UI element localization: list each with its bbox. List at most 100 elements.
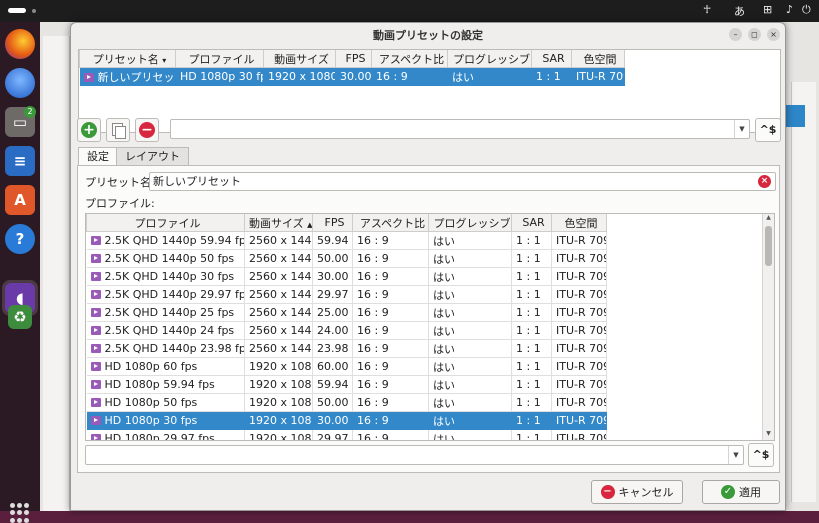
accessibility-icon[interactable]: ☥ — [703, 3, 711, 16]
workspace-indicator[interactable] — [8, 8, 26, 13]
input-method-indicator[interactable]: あ — [734, 3, 745, 19]
preset-name-value: 新しいプリセット — [153, 175, 241, 188]
copy-preset-button[interactable] — [106, 118, 130, 142]
table-cell: 2.5K QHD 1440p 25 fps — [86, 303, 245, 322]
table-cell: はい — [428, 267, 512, 286]
close-button[interactable]: × — [767, 28, 780, 41]
table-cell: 16 : 9 — [352, 429, 429, 440]
column-header[interactable]: 色空間 — [571, 50, 625, 68]
table-cell: ITU-R 709 — [551, 375, 607, 394]
help-icon[interactable]: ? — [5, 224, 35, 254]
table-row[interactable]: 2.5K QHD 1440p 25 fps 2560 x 1440 25.00 16 … — [86, 303, 607, 322]
files-badge: 2 — [24, 106, 36, 118]
preset-name-field[interactable]: 新しいプリセット × — [149, 172, 776, 191]
table-cell: 2.5K QHD 1440p 59.94 fps — [86, 231, 245, 250]
column-header[interactable]: 動画サイズ — [263, 50, 336, 68]
column-header[interactable]: プロファイル — [175, 50, 264, 68]
table-cell: 1 : 1 — [511, 285, 552, 304]
column-header[interactable]: プロファイル — [86, 214, 245, 232]
table-row[interactable]: HD 1080p 29.97 fps 1920 x 1080 29.97 16 : 9… — [86, 429, 607, 440]
table-cell: 2.5K QHD 1440p 29.97 fps — [86, 285, 245, 304]
profile-icon — [90, 434, 101, 440]
profile-list-header: プロファイル 動画サイズ ▲ FPS アスペクト比 プログレッシブ SAR 色空… — [86, 214, 607, 232]
table-cell: 16 : 9 — [352, 393, 429, 412]
table-cell: はい — [428, 357, 512, 376]
column-header[interactable]: 動画サイズ ▲ — [244, 214, 313, 232]
table-row[interactable]: 2.5K QHD 1440p 23.98 fps 2560 x 1440 23.98… — [86, 339, 607, 358]
table-row[interactable]: HD 1080p 50 fps 1920 x 1080 50.00 16 : 9 はい 1… — [86, 393, 607, 412]
table-cell: 1 : 1 — [511, 411, 552, 430]
profile-scrollbar[interactable]: ▲ ▼ — [762, 214, 774, 440]
clear-icon[interactable]: × — [758, 175, 771, 188]
power-icon[interactable]: ⏻ — [802, 3, 811, 17]
app-center-icon[interactable]: A — [5, 185, 35, 215]
scroll-down-icon[interactable]: ▼ — [763, 430, 774, 440]
table-cell: はい — [428, 429, 512, 440]
table-cell: 1920 x 1080 — [244, 429, 313, 440]
chevron-down-icon[interactable]: ▼ — [734, 120, 749, 138]
tab-settings[interactable]: 設定 — [78, 147, 118, 167]
profile-filter-combo[interactable]: ▼ — [85, 445, 744, 465]
regex-toggle-button-2[interactable]: ^$ — [748, 443, 774, 467]
column-header[interactable]: プリセット名 ▾ — [79, 50, 176, 68]
scroll-thumb[interactable] — [765, 226, 772, 266]
scroll-up-icon[interactable]: ▲ — [763, 214, 774, 224]
table-cell: 16 : 9 — [352, 231, 429, 250]
table-cell: 30.00 — [335, 67, 372, 86]
maximize-button[interactable]: ◻ — [748, 28, 761, 41]
table-row[interactable]: HD 1080p 30 fps 1920 x 1080 30.00 16 : 9 はい 1… — [86, 411, 607, 430]
firefox-icon[interactable] — [5, 29, 35, 59]
thunderbird-icon[interactable] — [5, 68, 35, 98]
table-row[interactable]: 新しいプリセット HD 1080p 30 fps 1920 x 1080 30.… — [79, 67, 625, 86]
add-preset-button[interactable]: + — [77, 118, 101, 142]
speaker-icon[interactable]: ♪ — [786, 3, 793, 16]
table-row[interactable]: 2.5K QHD 1440p 50 fps 2560 x 1440 50.00 16 … — [86, 249, 607, 268]
minimize-button[interactable]: – — [729, 28, 742, 41]
writer-icon[interactable]: ≡ — [5, 146, 35, 176]
column-header[interactable]: プログレッシブ — [428, 214, 512, 232]
cancel-label: キャンセル — [618, 486, 674, 499]
table-cell: 1920 x 1080 — [244, 375, 313, 394]
table-cell: 16 : 9 — [352, 303, 429, 322]
table-cell: 24.00 — [312, 321, 353, 340]
table-row[interactable]: 2.5K QHD 1440p 29.97 fps 2560 x 1440 29.97… — [86, 285, 607, 304]
trash-icon[interactable]: ♻ — [8, 305, 32, 329]
dock: ▭ 2 ≡ A ? ◖ ♻ — [0, 22, 40, 523]
table-cell: HD 1080p 30 fps — [86, 411, 245, 430]
table-cell: 16 : 9 — [352, 357, 429, 376]
check-icon: ✓ — [721, 485, 735, 499]
minus-icon: − — [139, 122, 155, 138]
cancel-button[interactable]: − キャンセル — [591, 480, 683, 504]
table-cell: ITU-R 709 — [551, 429, 607, 440]
table-row[interactable]: 2.5K QHD 1440p 24 fps 2560 x 1440 24.00 16 … — [86, 321, 607, 340]
table-row[interactable]: HD 1080p 59.94 fps 1920 x 1080 59.94 16 : 9… — [86, 375, 607, 394]
table-row[interactable]: 2.5K QHD 1440p 30 fps 2560 x 1440 30.00 16 … — [86, 267, 607, 286]
table-cell: 1 : 1 — [511, 231, 552, 250]
table-row[interactable]: HD 1080p 60 fps 1920 x 1080 60.00 16 : 9 はい 1… — [86, 357, 607, 376]
column-header[interactable]: SAR — [511, 214, 552, 232]
table-cell: 16 : 9 — [352, 411, 429, 430]
table-row[interactable]: 2.5K QHD 1440p 59.94 fps 2560 x 1440 59.94… — [86, 231, 607, 250]
background-selection — [785, 105, 805, 127]
column-header[interactable]: SAR — [531, 50, 572, 68]
remove-preset-button[interactable]: − — [135, 118, 159, 142]
column-header[interactable]: アスペクト比 — [371, 50, 448, 68]
column-header[interactable]: FPS — [312, 214, 353, 232]
column-header[interactable]: アスペクト比 — [352, 214, 429, 232]
regex-toggle-button[interactable]: ^$ — [755, 118, 781, 142]
profile-list[interactable]: プロファイル 動画サイズ ▲ FPS アスペクト比 プログレッシブ SAR 色空… — [85, 213, 775, 441]
column-header[interactable]: 色空間 — [551, 214, 607, 232]
table-cell: HD 1080p 59.94 fps — [86, 375, 245, 394]
dialog-titlebar[interactable]: 動画プリセットの設定 – ◻ × — [71, 23, 785, 45]
tab-layout[interactable]: レイアウト — [116, 147, 189, 166]
preset-list-header: プリセット名 ▾ プロファイル 動画サイズ FPS アスペクト比 プログレッシブ… — [79, 50, 625, 68]
column-header[interactable]: FPS — [335, 50, 372, 68]
preset-filter-combo[interactable]: ▼ — [170, 119, 750, 139]
workspace-dot[interactable] — [32, 9, 36, 13]
show-apps-icon[interactable] — [10, 503, 30, 523]
table-cell: HD 1080p 30 fps — [175, 67, 264, 86]
apply-button[interactable]: ✓ 適用 — [702, 480, 780, 504]
network-icon[interactable]: ⊞ — [763, 3, 772, 16]
chevron-down-icon[interactable]: ▼ — [728, 446, 743, 464]
column-header[interactable]: プログレッシブ — [447, 50, 532, 68]
